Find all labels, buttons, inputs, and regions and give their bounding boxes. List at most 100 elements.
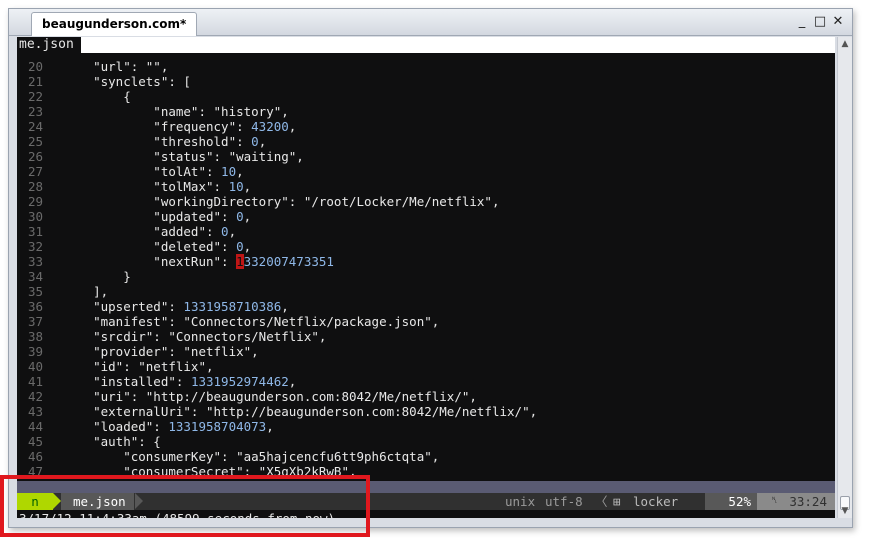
line-number: 37 xyxy=(27,314,43,329)
code-line[interactable]: 33 "nextRun": 1332007473351 xyxy=(17,254,835,269)
code-line[interactable]: 30 "updated": 0, xyxy=(17,209,835,224)
code-text: "installed": xyxy=(63,374,191,389)
code-text: "consumerKey": "aa5hajcencfu6tt9ph6ctqta… xyxy=(63,449,440,464)
close-icon[interactable]: ✕ xyxy=(831,14,845,30)
line-number: 27 xyxy=(27,164,43,179)
code-line[interactable]: 25 "threshold": 0, xyxy=(17,134,835,149)
vertical-scrollbar[interactable]: ▲ ▼ xyxy=(837,37,852,518)
code-line[interactable]: 21 "synclets": [ xyxy=(17,74,835,89)
code-line[interactable]: 41 "installed": 1331952974462, xyxy=(17,374,835,389)
line-number: 31 xyxy=(27,224,43,239)
code-text: "manifest": "Connectors/Netflix/package.… xyxy=(63,314,440,329)
line-number: 20 xyxy=(27,59,43,74)
code-line[interactable]: 43 "externalUri": "http://beaugunderson.… xyxy=(17,404,835,419)
code-line[interactable]: 29 "workingDirectory": "/root/Locker/Me/… xyxy=(17,194,835,209)
window-tab[interactable]: beaugunderson.com* xyxy=(31,12,198,36)
code-text: , xyxy=(243,239,252,254)
vim-file-tab[interactable]: me.json xyxy=(17,37,81,53)
code-text: 0 xyxy=(221,224,229,239)
vim-tabline: me.json xyxy=(17,37,835,53)
code-text: , xyxy=(243,179,252,194)
code-text: "name": "history", xyxy=(63,104,289,119)
text-cursor: 1 xyxy=(236,254,244,269)
code-text: 1331958704073 xyxy=(168,419,267,434)
line-number: 34 xyxy=(27,269,43,284)
code-line[interactable]: 46 "consumerKey": "aa5hajcencfu6tt9ph6ct… xyxy=(17,449,835,464)
code-line[interactable]: 36 "upserted": 1331958710386, xyxy=(17,299,835,314)
line-number: 26 xyxy=(27,149,43,164)
code-text: 0 xyxy=(236,239,244,254)
code-text: "frequency": xyxy=(63,119,252,134)
code-line[interactable]: 20 "url": "", xyxy=(17,59,835,74)
line-number: 33 xyxy=(27,254,43,269)
code-text: "workingDirectory": "/root/Locker/Me/net… xyxy=(63,194,500,209)
code-line[interactable]: 37 "manifest": "Connectors/Netflix/packa… xyxy=(17,314,835,329)
line-number: 43 xyxy=(27,404,43,419)
title-bar: beaugunderson.com* _ □ ✕ xyxy=(9,9,852,36)
code-text: , xyxy=(266,419,274,434)
code-line[interactable]: 32 "deleted": 0, xyxy=(17,239,835,254)
code-text: "tolMax": xyxy=(63,179,229,194)
code-line[interactable]: 28 "tolMax": 10, xyxy=(17,179,835,194)
line-number: 35 xyxy=(27,284,43,299)
code-area[interactable]: 20 "url": "", 21 "synclets": [22 {23 "nam… xyxy=(17,59,835,479)
code-text: "synclets": [ xyxy=(63,74,191,89)
code-text: "added": xyxy=(63,224,222,239)
minimize-icon[interactable]: _ xyxy=(795,14,809,30)
code-line[interactable]: 39 "provider": "netflix", xyxy=(17,344,835,359)
code-line[interactable]: 31 "added": 0, xyxy=(17,224,835,239)
scroll-down-icon[interactable]: ▼ xyxy=(840,506,850,516)
line-number: 41 xyxy=(27,374,43,389)
code-text: "upserted": xyxy=(63,299,184,314)
code-line[interactable]: 44 "loaded": 1331958704073, xyxy=(17,419,835,434)
code-text: , xyxy=(236,164,244,179)
code-text: , xyxy=(228,224,237,239)
line-number: 39 xyxy=(27,344,43,359)
code-text: "tolAt": xyxy=(63,164,222,179)
terminal[interactable]: me.json 20 "url": "", 21 "synclets": [22 … xyxy=(17,37,835,518)
code-line[interactable]: 24 "frequency": 43200, xyxy=(17,119,835,134)
code-line[interactable]: 23 "name": "history", xyxy=(17,104,835,119)
line-number: 24 xyxy=(27,119,43,134)
code-text: 1331952974462 xyxy=(190,374,289,389)
code-text: "nextRun": xyxy=(63,254,237,269)
code-text: , xyxy=(281,299,289,314)
line-number: 45 xyxy=(27,434,43,449)
code-text: , xyxy=(288,119,297,134)
code-text: , xyxy=(258,134,267,149)
line-number: 44 xyxy=(27,419,43,434)
status-percent: 52% xyxy=(705,493,757,510)
line-number: 36 xyxy=(27,299,43,314)
maximize-icon[interactable]: □ xyxy=(813,14,827,30)
code-line[interactable]: 34 } xyxy=(17,269,835,284)
line-number: 38 xyxy=(27,329,43,344)
code-line[interactable]: 35 ], xyxy=(17,284,835,299)
line-number: 28 xyxy=(27,179,43,194)
code-line[interactable]: 42 "uri": "http://beaugunderson.com:8042… xyxy=(17,389,835,404)
code-text: 0 xyxy=(251,134,259,149)
code-text: "threshold": xyxy=(63,134,252,149)
code-line[interactable]: 38 "srcdir": "Connectors/Netflix", xyxy=(17,329,835,344)
code-text: 332007473351 xyxy=(243,254,334,269)
code-line[interactable]: 26 "status": "waiting", xyxy=(17,149,835,164)
line-number: 29 xyxy=(27,194,43,209)
line-number: 30 xyxy=(27,209,43,224)
code-text: "auth": { xyxy=(63,434,161,449)
code-line[interactable]: 45 "auth": { xyxy=(17,434,835,449)
code-text: ], xyxy=(63,284,109,299)
code-line[interactable]: 27 "tolAt": 10, xyxy=(17,164,835,179)
code-text: "updated": xyxy=(63,209,237,224)
line-number: 22 xyxy=(27,89,43,104)
code-text: "srcdir": "Connectors/Netflix", xyxy=(63,329,327,344)
code-text: "loaded": xyxy=(63,419,169,434)
line-number: 25 xyxy=(27,134,43,149)
code-line[interactable]: 40 "id": "netflix", xyxy=(17,359,835,374)
line-number: 46 xyxy=(27,449,43,464)
status-branch: locker xyxy=(633,494,679,509)
scroll-up-icon[interactable]: ▲ xyxy=(840,39,850,49)
status-separator: 〈 xyxy=(595,494,608,509)
line-number: 32 xyxy=(27,239,43,254)
code-line[interactable]: 22 { xyxy=(17,89,835,104)
code-text: , xyxy=(243,209,252,224)
app-window: beaugunderson.com* _ □ ✕ me.json 20 "url… xyxy=(8,8,853,528)
